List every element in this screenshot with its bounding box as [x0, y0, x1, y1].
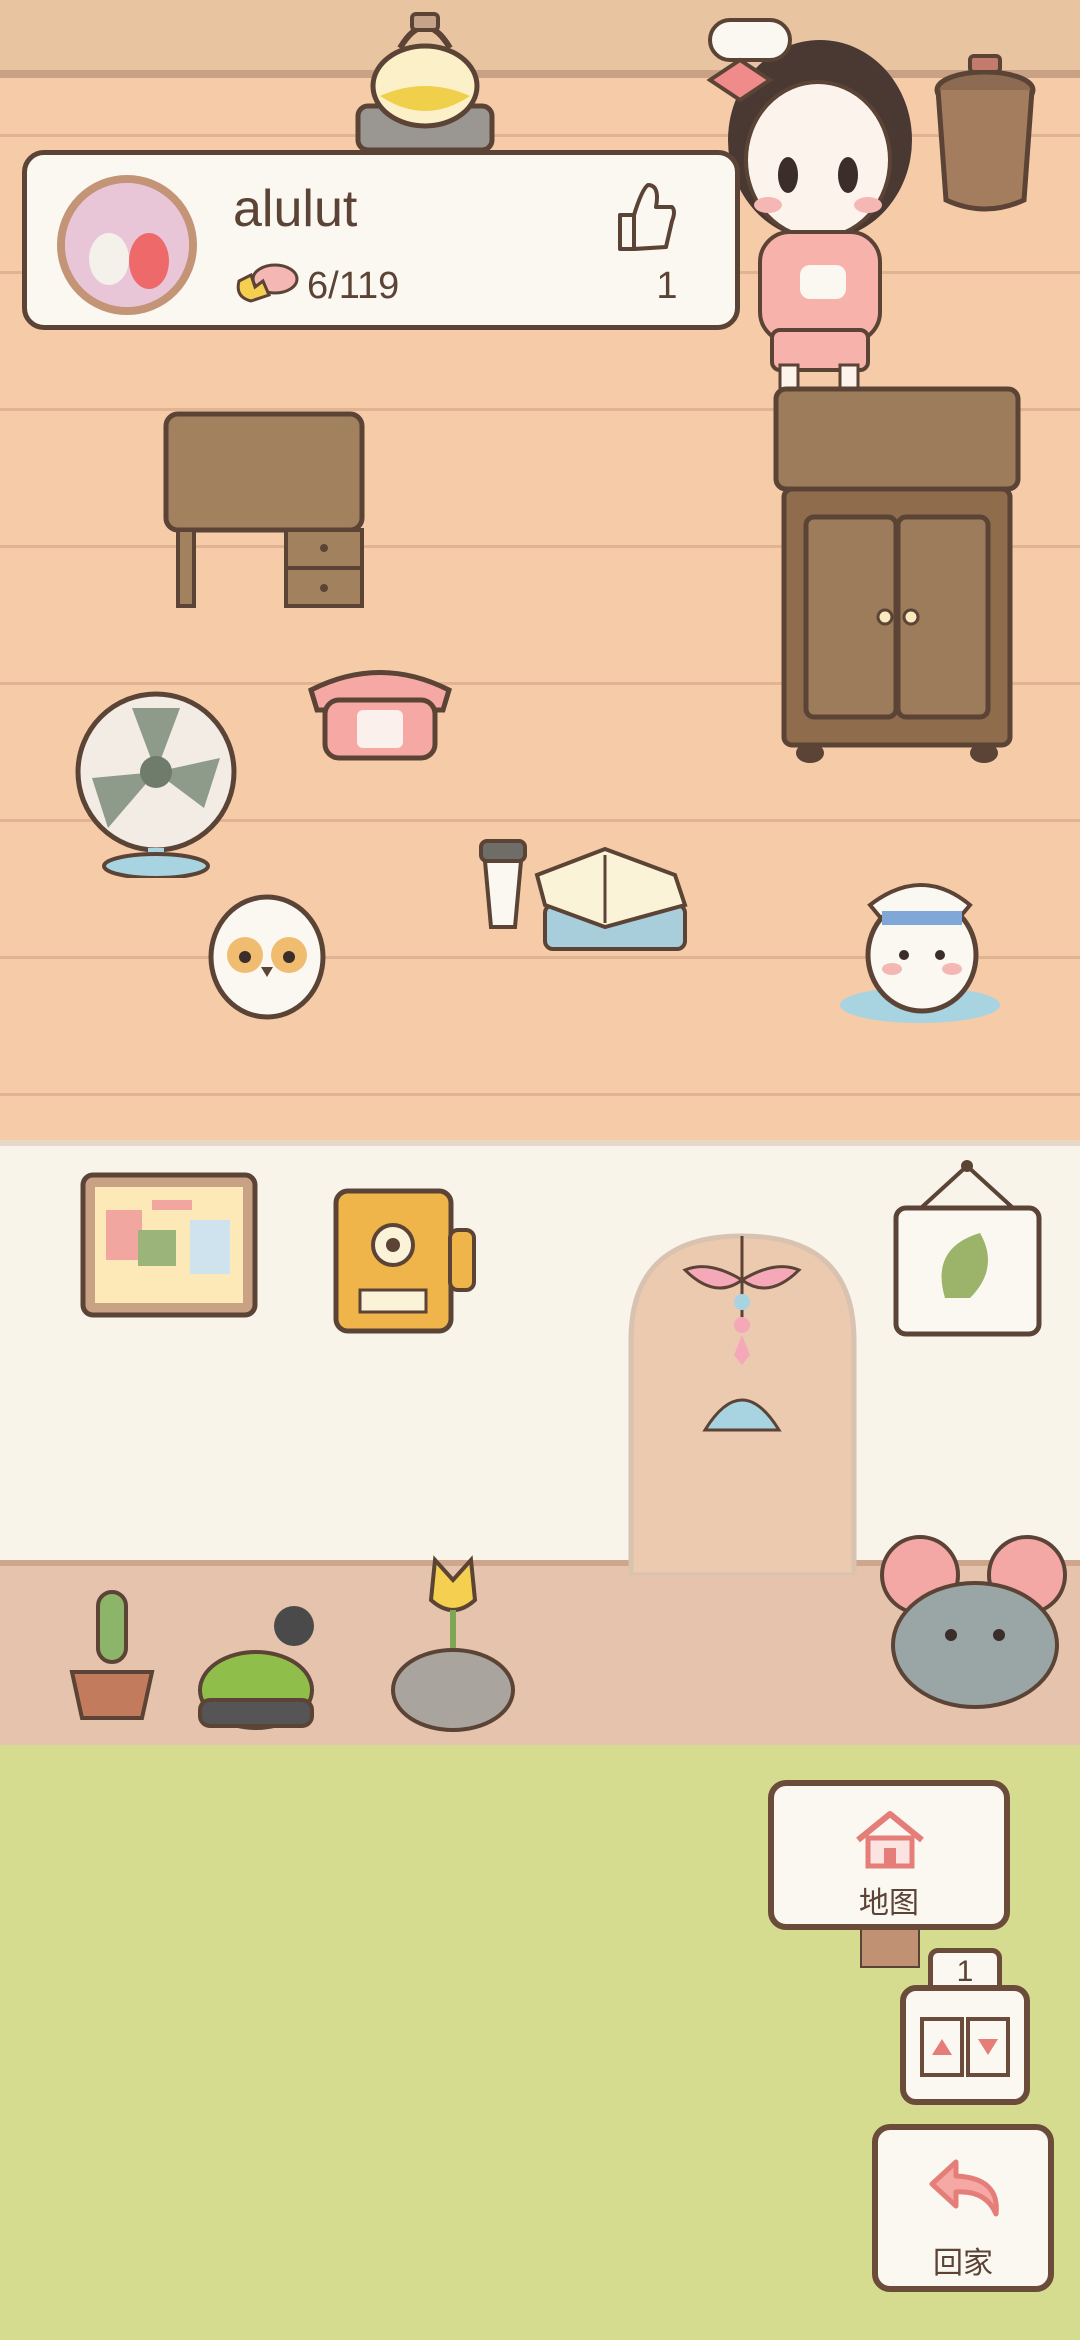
floor-down-button[interactable] [966, 2017, 1010, 2077]
down-arrow-icon [978, 2039, 998, 2055]
electric-fan[interactable] [72, 688, 240, 878]
tulip-pot[interactable] [385, 1550, 520, 1735]
go-home-button[interactable]: 回家 [872, 2124, 1054, 2292]
egg-owl-pet[interactable] [205, 885, 330, 1020]
books-and-coffee[interactable] [475, 835, 700, 970]
visitor-profile-card[interactable]: alulut 6/119 1 [22, 150, 740, 330]
like-count: 1 [656, 265, 678, 307]
kettle-stove[interactable] [350, 6, 500, 156]
home-label: 回家 [933, 2247, 993, 2280]
house-icon [856, 1811, 924, 1869]
pink-telephone[interactable] [305, 660, 455, 765]
up-arrow-icon [932, 2039, 952, 2055]
arched-doorway[interactable] [625, 1230, 860, 1575]
bulletin-board[interactable] [78, 1170, 260, 1320]
wooden-cabinet[interactable] [770, 385, 1025, 770]
return-arrow-icon [929, 2159, 999, 2217]
map-label: 地图 [859, 1887, 919, 1920]
seal-sailor-pet[interactable] [830, 855, 1005, 1030]
map-button[interactable]: 地图 [768, 1780, 1010, 1930]
cactus-pot[interactable] [62, 1578, 162, 1723]
sign-post [860, 1928, 920, 1968]
grumpy-mouse-pet[interactable] [875, 1535, 1075, 1715]
avatar-cats-image [65, 183, 189, 307]
thumbs-up-icon[interactable] [612, 181, 676, 253]
username: alulut [233, 180, 358, 238]
floor-up-button[interactable] [920, 2017, 964, 2077]
leaf-picture-frame[interactable] [890, 1158, 1045, 1343]
fish-count: 6/119 [307, 265, 400, 307]
moss-cat-pot[interactable] [190, 1600, 330, 1735]
elevator-panel [900, 1985, 1030, 2105]
wall-intercom[interactable] [330, 1185, 480, 1345]
avatar[interactable] [57, 175, 197, 315]
wooden-bucket[interactable] [930, 50, 1040, 220]
fish-currency-icon [236, 263, 299, 303]
wooden-desk[interactable] [160, 408, 370, 613]
